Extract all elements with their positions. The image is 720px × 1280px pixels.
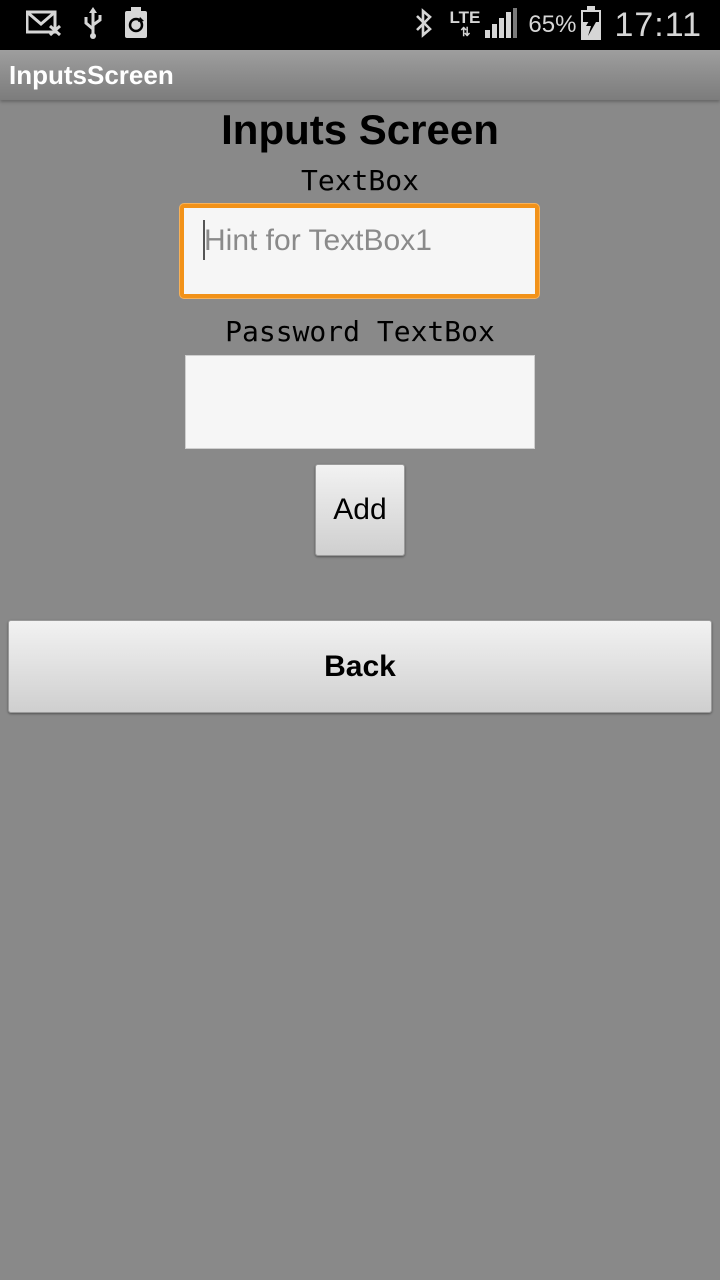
status-bar-right: LTE ⇅ 65% 17:11 [414, 4, 702, 46]
password-label: Password TextBox [225, 315, 495, 348]
battery-percent: 65% [528, 11, 577, 38]
app-title: InputsScreen [9, 60, 174, 90]
back-button[interactable]: Back [8, 620, 712, 713]
mail-error-icon [25, 10, 62, 41]
usb-icon [82, 6, 104, 44]
password-input[interactable] [185, 355, 535, 449]
network-type: LTE ⇅ [450, 9, 481, 39]
recycle-icon [124, 6, 148, 44]
battery-charging-icon [580, 5, 602, 45]
clock: 17:11 [614, 5, 702, 44]
textbox-input[interactable]: Hint for TextBox1 [180, 204, 539, 298]
title-bar: InputsScreen [0, 50, 720, 100]
textbox-label: TextBox [300, 164, 419, 197]
status-bar: LTE ⇅ 65% 17:11 [0, 0, 720, 50]
status-bar-left [25, 6, 148, 44]
signal-icon [484, 7, 518, 43]
data-arrows-icon: ⇅ [460, 25, 470, 39]
page-title: Inputs Screen [221, 106, 499, 153]
add-button[interactable]: Add [315, 464, 405, 556]
textbox-placeholder: Hint for TextBox1 [204, 224, 432, 257]
bluetooth-icon [414, 7, 434, 43]
